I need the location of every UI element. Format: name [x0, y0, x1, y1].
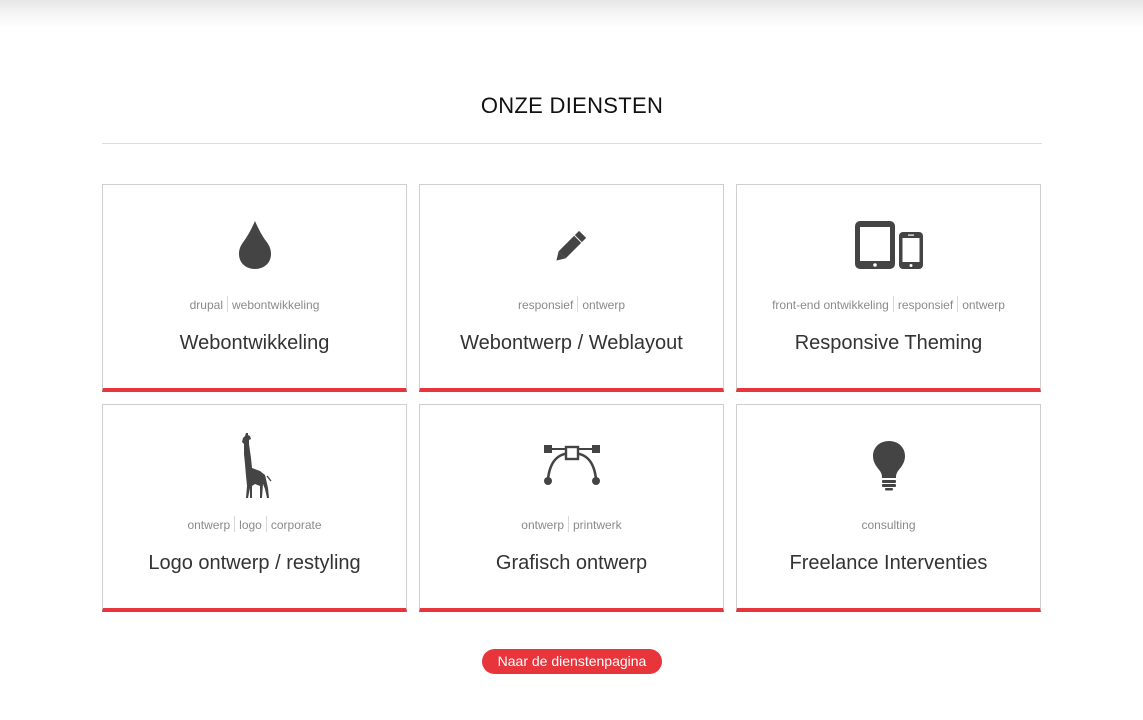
bezier-pen-icon [420, 435, 723, 495]
service-tags: ontwerp printwerk [420, 516, 723, 533]
service-card-webontwerp[interactable]: responsief ontwerp Webontwerp / Weblayout [419, 184, 724, 392]
service-card-webontwikkeling[interactable]: drupal webontwikkeling Webontwikkeling [102, 184, 407, 392]
tag[interactable]: printwerk [569, 517, 626, 533]
service-card-grafisch-ontwerp[interactable]: ontwerp printwerk Grafisch ontwerp [419, 404, 724, 612]
giraffe-icon [103, 431, 406, 501]
pencil-icon [420, 215, 723, 275]
service-tags: ontwerp logo corporate [103, 516, 406, 533]
tag[interactable]: webontwikkeling [228, 297, 323, 313]
service-title[interactable]: Logo ontwerp / restyling [103, 550, 406, 576]
service-title[interactable]: Grafisch ontwerp [420, 550, 723, 576]
services-page-button[interactable]: Naar de dienstenpagina [482, 649, 662, 674]
tag[interactable]: ontwerp [578, 297, 629, 313]
service-title[interactable]: Webontwikkeling [103, 330, 406, 356]
tag[interactable]: ontwerp [183, 517, 234, 533]
service-tags: front-end ontwikkeling responsief ontwerp [737, 296, 1040, 313]
tag[interactable]: responsief [514, 297, 577, 313]
drop-icon [103, 215, 406, 275]
service-tags: drupal webontwikkeling [103, 296, 406, 313]
title-divider [102, 143, 1042, 144]
service-card-logo-ontwerp[interactable]: ontwerp logo corporate Logo ontwerp / rest… [102, 404, 407, 612]
service-card-responsive-theming[interactable]: front-end ontwikkeling responsief ontwerp … [736, 184, 1041, 392]
service-title[interactable]: Freelance Interventies [737, 550, 1040, 576]
service-title[interactable]: Webontwerp / Weblayout [420, 330, 723, 356]
section-title: ONZE DIENSTEN [480, 93, 664, 118]
tag[interactable]: front-end ontwikkeling [768, 297, 893, 313]
service-card-freelance-interventies[interactable]: consulting Freelance Interventies [736, 404, 1041, 612]
tag[interactable]: ontwerp [958, 297, 1009, 313]
service-title[interactable]: Responsive Theming [737, 330, 1040, 356]
lightbulb-icon [737, 435, 1040, 495]
service-tags: responsief ontwerp [420, 296, 723, 313]
devices-icon [737, 215, 1040, 275]
tag[interactable]: corporate [267, 517, 326, 533]
tag[interactable]: drupal [186, 297, 227, 313]
tag[interactable]: logo [235, 517, 266, 533]
tag[interactable]: ontwerp [517, 517, 568, 533]
services-section: ONZE DIENSTEN drupal webontwikkeling Webo… [102, 0, 1042, 720]
service-tags: consulting [737, 517, 1040, 533]
tag[interactable]: responsief [894, 297, 957, 313]
tag[interactable]: consulting [857, 517, 919, 533]
